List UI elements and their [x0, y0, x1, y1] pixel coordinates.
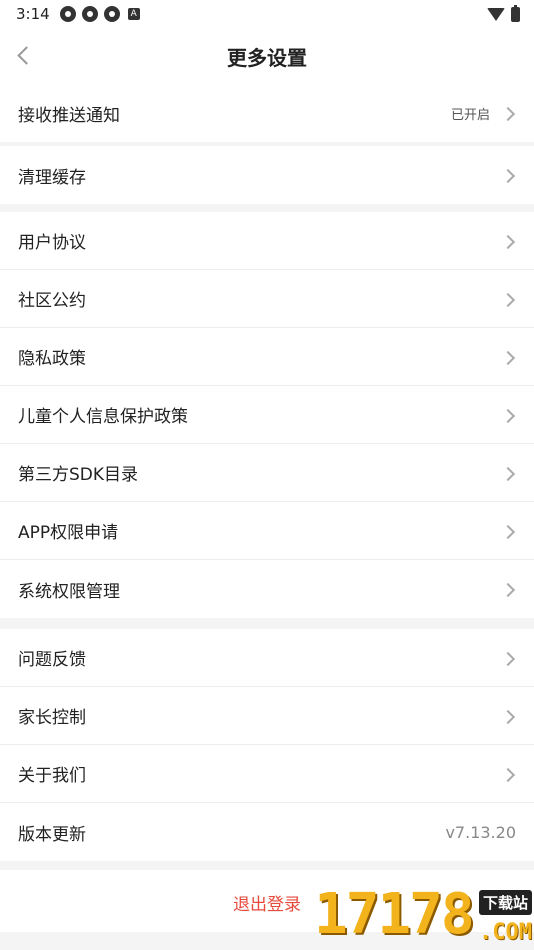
setting-label: 隐私政策 [18, 349, 86, 369]
watermark-number: 17178 [314, 882, 475, 947]
setting-label: APP权限申请 [18, 523, 119, 543]
setting-label: 关于我们 [18, 766, 86, 786]
setting-label: 版本更新 [18, 824, 86, 845]
chevron-right-icon [502, 350, 516, 364]
setting-push-notifications[interactable]: 接收推送通知 已开启 [0, 84, 534, 142]
chevron-right-icon [502, 408, 516, 422]
notification-icon [103, 6, 120, 22]
setting-user-agreement[interactable]: 用户协议 [0, 212, 534, 270]
settings-group-notifications: 接收推送通知 已开启 [0, 84, 534, 142]
notification-icon [81, 6, 98, 22]
chevron-right-icon [502, 651, 516, 665]
setting-label: 家长控制 [18, 708, 86, 728]
chevron-right-icon [502, 767, 516, 781]
settings-group-policies: 用户协议 社区公约 隐私政策 儿童个人信息保护政策 第三方SDK目录 APP权限… [0, 212, 534, 618]
setting-label: 清理缓存 [18, 167, 86, 188]
setting-third-party-sdk[interactable]: 第三方SDK目录 [0, 444, 534, 502]
setting-app-permissions[interactable]: APP权限申请 [0, 502, 534, 560]
setting-label: 社区公约 [18, 291, 86, 311]
setting-system-permissions[interactable]: 系统权限管理 [0, 560, 534, 618]
setting-label: 问题反馈 [18, 650, 86, 670]
settings-group-about: 问题反馈 家长控制 关于我们 版本更新 v7.13.20 [0, 629, 534, 861]
setting-community-rules[interactable]: 社区公约 [0, 270, 534, 328]
chevron-right-icon [502, 524, 516, 538]
chevron-right-icon [502, 106, 516, 120]
status-bar: 3:14 A [0, 0, 534, 28]
version-number: v7.13.20 [445, 822, 516, 842]
chevron-right-icon [502, 466, 516, 480]
app-notification-icon: A [127, 8, 140, 20]
push-status-value: 已开启 [450, 107, 490, 123]
setting-children-privacy[interactable]: 儿童个人信息保护政策 [0, 386, 534, 444]
battery-icon [511, 4, 520, 22]
setting-about-us[interactable]: 关于我们 [0, 745, 534, 803]
setting-label: 用户协议 [18, 233, 86, 253]
settings-group-cache: 清理缓存 [0, 146, 534, 204]
navigation-bar: 更多设置 [0, 28, 534, 84]
watermark-tag: 下载站 [478, 890, 532, 915]
setting-label: 接收推送通知 [18, 105, 120, 126]
setting-label: 第三方SDK目录 [18, 465, 139, 485]
watermark-logo: 17178 下载站 .COM [314, 884, 534, 950]
setting-clear-cache[interactable]: 清理缓存 [0, 146, 534, 204]
watermark-domain: .COM [479, 920, 532, 945]
setting-parental-control[interactable]: 家长控制 [0, 687, 534, 745]
setting-feedback[interactable]: 问题反馈 [0, 629, 534, 687]
page-title: 更多设置 [227, 46, 307, 70]
wifi-icon [487, 7, 505, 21]
setting-privacy-policy[interactable]: 隐私政策 [0, 328, 534, 386]
setting-label: 儿童个人信息保护政策 [18, 407, 188, 427]
status-time: 3:14 [16, 5, 50, 23]
setting-version-update[interactable]: 版本更新 v7.13.20 [0, 803, 534, 861]
chevron-right-icon [502, 168, 516, 182]
chevron-right-icon [502, 709, 516, 723]
notification-icon [59, 6, 76, 22]
chevron-right-icon [502, 292, 516, 306]
chevron-right-icon [502, 582, 516, 596]
setting-label: 系统权限管理 [18, 581, 120, 602]
chevron-right-icon [502, 234, 516, 248]
